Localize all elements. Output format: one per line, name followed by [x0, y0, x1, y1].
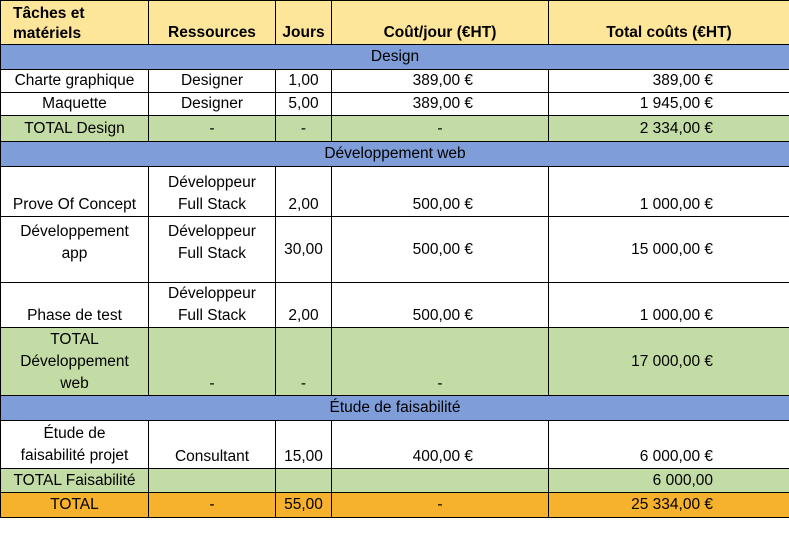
- section-title: Développement web: [0, 141, 789, 167]
- total-cell: 25 334,00 €: [548, 492, 789, 518]
- task-cell: TOTAL Développement web: [0, 327, 149, 396]
- header-row: Tâches et matériels Ressources Jours Coû…: [0, 0, 789, 45]
- header-tasks: Tâches et matériels: [0, 0, 149, 45]
- days-cell: 5,00: [275, 92, 332, 116]
- resource-cell: Consultant: [148, 420, 276, 469]
- total-cell: 17 000,00 €: [548, 327, 789, 396]
- total-cell: 1 000,00 €: [548, 166, 789, 217]
- resource-cell: Designer: [148, 92, 276, 116]
- resource-cell: -: [148, 115, 276, 142]
- header-cost-per-day: Coût/jour (€HT): [331, 0, 549, 45]
- days-cell: 1,00: [275, 69, 332, 93]
- task-cell: Charte graphique: [0, 69, 149, 93]
- cost-cell: 389,00 €: [331, 69, 549, 93]
- cost-cell: -: [331, 327, 549, 396]
- table-row: Prove Of Concept Développeur Full Stack …: [0, 166, 789, 217]
- section-title: Étude de faisabilité: [0, 395, 789, 421]
- total-cell: 1 945,00 €: [548, 92, 789, 116]
- cost-cell: -: [331, 115, 549, 142]
- days-cell: -: [275, 115, 332, 142]
- total-cell: 2 334,00 €: [548, 115, 789, 142]
- task-cell: Prove Of Concept: [0, 166, 149, 217]
- resource-cell: [148, 468, 276, 493]
- section-design: Design: [0, 44, 789, 70]
- cost-cell: -: [331, 492, 549, 518]
- table-row: Étude de faisabilité projet Consultant 1…: [0, 420, 789, 469]
- resource-cell: -: [148, 492, 276, 518]
- days-cell: 2,00: [275, 282, 332, 328]
- header-resources: Ressources: [148, 0, 276, 45]
- total-cell: 389,00 €: [548, 69, 789, 93]
- days-cell: 55,00: [275, 492, 332, 518]
- total-cell: 6 000,00: [548, 468, 789, 493]
- table-row: Phase de test Développeur Full Stack 2,0…: [0, 282, 789, 328]
- task-cell: Phase de test: [0, 282, 149, 328]
- task-cell: TOTAL Design: [0, 115, 149, 142]
- section-feasibility: Étude de faisabilité: [0, 395, 789, 421]
- cost-cell: 389,00 €: [331, 92, 549, 116]
- cost-table: Tâches et matériels Ressources Jours Coû…: [0, 0, 789, 518]
- task-cell: Maquette: [0, 92, 149, 116]
- days-cell: 15,00: [275, 420, 332, 469]
- days-cell: 30,00: [275, 216, 332, 283]
- task-cell: TOTAL: [0, 492, 149, 518]
- total-cell: 6 000,00 €: [548, 420, 789, 469]
- total-cell: 15 000,00 €: [548, 216, 789, 283]
- resource-cell: -: [148, 327, 276, 396]
- cost-cell: [331, 468, 549, 493]
- days-cell: 2,00: [275, 166, 332, 217]
- grand-total-row: TOTAL - 55,00 - 25 334,00 €: [0, 492, 789, 518]
- total-cell: 1 000,00 €: [548, 282, 789, 328]
- cost-cell: 500,00 €: [331, 282, 549, 328]
- section-title: Design: [0, 44, 789, 70]
- days-cell: -: [275, 327, 332, 396]
- resource-cell: Designer: [148, 69, 276, 93]
- section-dev: Développement web: [0, 141, 789, 167]
- cost-cell: 500,00 €: [331, 166, 549, 217]
- table-row: Charte graphique Designer 1,00 389,00 € …: [0, 69, 789, 93]
- table-row: Développement app Développeur Full Stack…: [0, 216, 789, 283]
- task-cell: TOTAL Faisabilité: [0, 468, 149, 493]
- task-cell: Étude de faisabilité projet: [0, 420, 149, 469]
- resource-cell: Développeur Full Stack: [148, 166, 276, 217]
- subtotal-row-dev: TOTAL Développement web - - - 17 000,00 …: [0, 327, 789, 396]
- cost-cell: 400,00 €: [331, 420, 549, 469]
- resource-cell: Développeur Full Stack: [148, 282, 276, 328]
- subtotal-row-feasibility: TOTAL Faisabilité 6 000,00: [0, 468, 789, 493]
- table-row: Maquette Designer 5,00 389,00 € 1 945,00…: [0, 92, 789, 116]
- cost-cell: 500,00 €: [331, 216, 549, 283]
- header-days: Jours: [275, 0, 332, 45]
- task-cell: Développement app: [0, 216, 149, 283]
- subtotal-row-design: TOTAL Design - - - 2 334,00 €: [0, 115, 789, 142]
- days-cell: [275, 468, 332, 493]
- header-total-cost: Total coûts (€HT): [548, 0, 789, 45]
- resource-cell: Développeur Full Stack: [148, 216, 276, 283]
